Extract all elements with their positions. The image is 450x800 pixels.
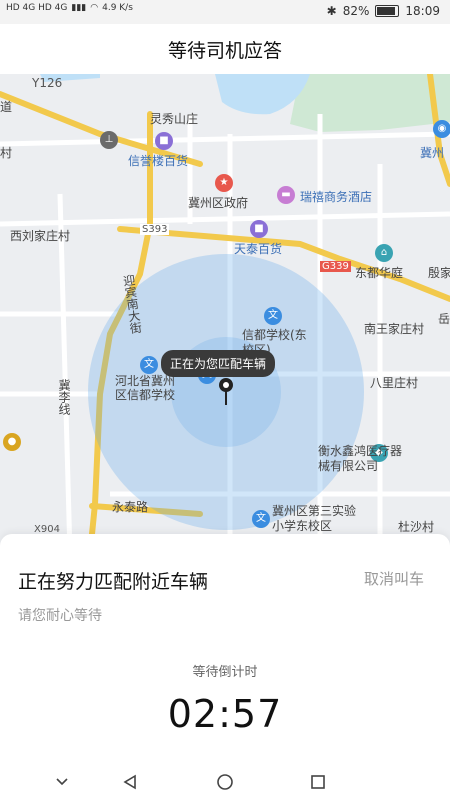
shopping-poi-icon[interactable]: ■ [250,220,268,238]
map-label: Y126 [32,76,63,90]
countdown-timer: 02:57 [167,692,283,736]
gas-station-poi-icon[interactable]: ● [3,433,21,451]
matching-panel: 正在努力匹配附近车辆 取消叫车 请您耐心等待 等待倒计时 02:57 [0,534,450,764]
map-label: 西刘家庄村 [10,229,71,243]
chevron-down-icon[interactable] [42,764,82,800]
network-indicator: HD 4G HD 4G [6,3,68,13]
map-label: G339 [320,261,351,272]
map-label: 瑞禧商务酒店 [300,190,373,204]
map-label: 殷家 [428,266,450,280]
recents-icon[interactable] [298,764,338,800]
shopping-poi-icon[interactable]: ■ [155,132,173,150]
map-label: 道 [0,100,13,114]
battery-icon [375,5,400,17]
page-header: 等待司机应答 [0,24,450,74]
clock: 18:09 [405,4,440,18]
station-poi-icon[interactable]: ⊥ [100,131,118,149]
residence-poi-icon[interactable]: ⌂ [375,244,393,262]
school-poi-icon[interactable]: 文 [140,356,158,374]
map-label: 南王家庄村 [364,322,425,336]
hotel-poi-icon[interactable]: ▬ [277,186,295,204]
school-poi-icon[interactable]: 文 [252,510,270,528]
map-label: 村 [0,146,13,160]
wifi-icon: ◠ [90,3,99,13]
status-left: HD 4G HD 4G ▮▮▮ ◠ 4.9 K/s [6,3,133,13]
back-icon[interactable] [110,764,150,800]
map-view[interactable]: ■ ★ ▬ ■ ⌂ 文 文 文 ◆ 文 ● ◉ ⊥ Y126 灵秀山庄 信誉楼百… [0,74,450,554]
map-label: 岳 [438,312,450,326]
map-label: 衡水鑫鸿医疗器械有限公司 [318,444,403,473]
location-poi-icon[interactable]: ◉ [433,120,450,138]
network-speed: 4.9 K/s [102,3,133,13]
system-nav-bar [0,764,450,800]
map-label: S393 [140,224,170,235]
map-label: 信誉楼百货 [128,154,189,168]
signal-icon: ▮▮▮ [71,3,87,13]
map-label: 天泰百货 [234,242,283,256]
home-icon[interactable] [205,764,245,800]
map-label: 冀州区政府 [188,196,249,210]
bluetooth-icon: ✱ [326,4,337,18]
location-pin-icon [219,378,233,405]
school-poi-icon[interactable]: 文 [264,307,282,325]
map-label: 冀李线 [57,379,71,415]
map-label: 灵秀山庄 [150,112,199,126]
map-label: 杜沙村 [398,520,435,534]
page-title: 等待司机应答 [167,39,282,62]
status-right: ✱ 82% 18:09 [327,4,440,18]
countdown-label: 等待倒计时 [192,665,258,680]
government-poi-icon[interactable]: ★ [215,174,233,192]
map-label: 永泰路 [112,500,149,514]
map-background [0,74,450,554]
map-label: 东都华庭 [355,266,404,280]
map-label: 八里庄村 [370,376,419,390]
map-label: 河北省冀州区信都学校 [115,374,176,402]
map-label: 冀州区第三实验小学东校区 [272,504,357,533]
map-label: 冀州 [420,146,445,160]
cancel-ride-button[interactable]: 取消叫车 [364,568,424,589]
matching-tooltip: 正在为您匹配车辆 [161,350,276,377]
matching-title: 正在努力匹配附近车辆 [18,571,209,593]
status-bar: HD 4G HD 4G ▮▮▮ ◠ 4.9 K/s ✱ 82% 18:09 [0,0,450,24]
battery-percent: 82% [342,4,370,18]
matching-subtitle: 请您耐心等待 [18,608,102,624]
